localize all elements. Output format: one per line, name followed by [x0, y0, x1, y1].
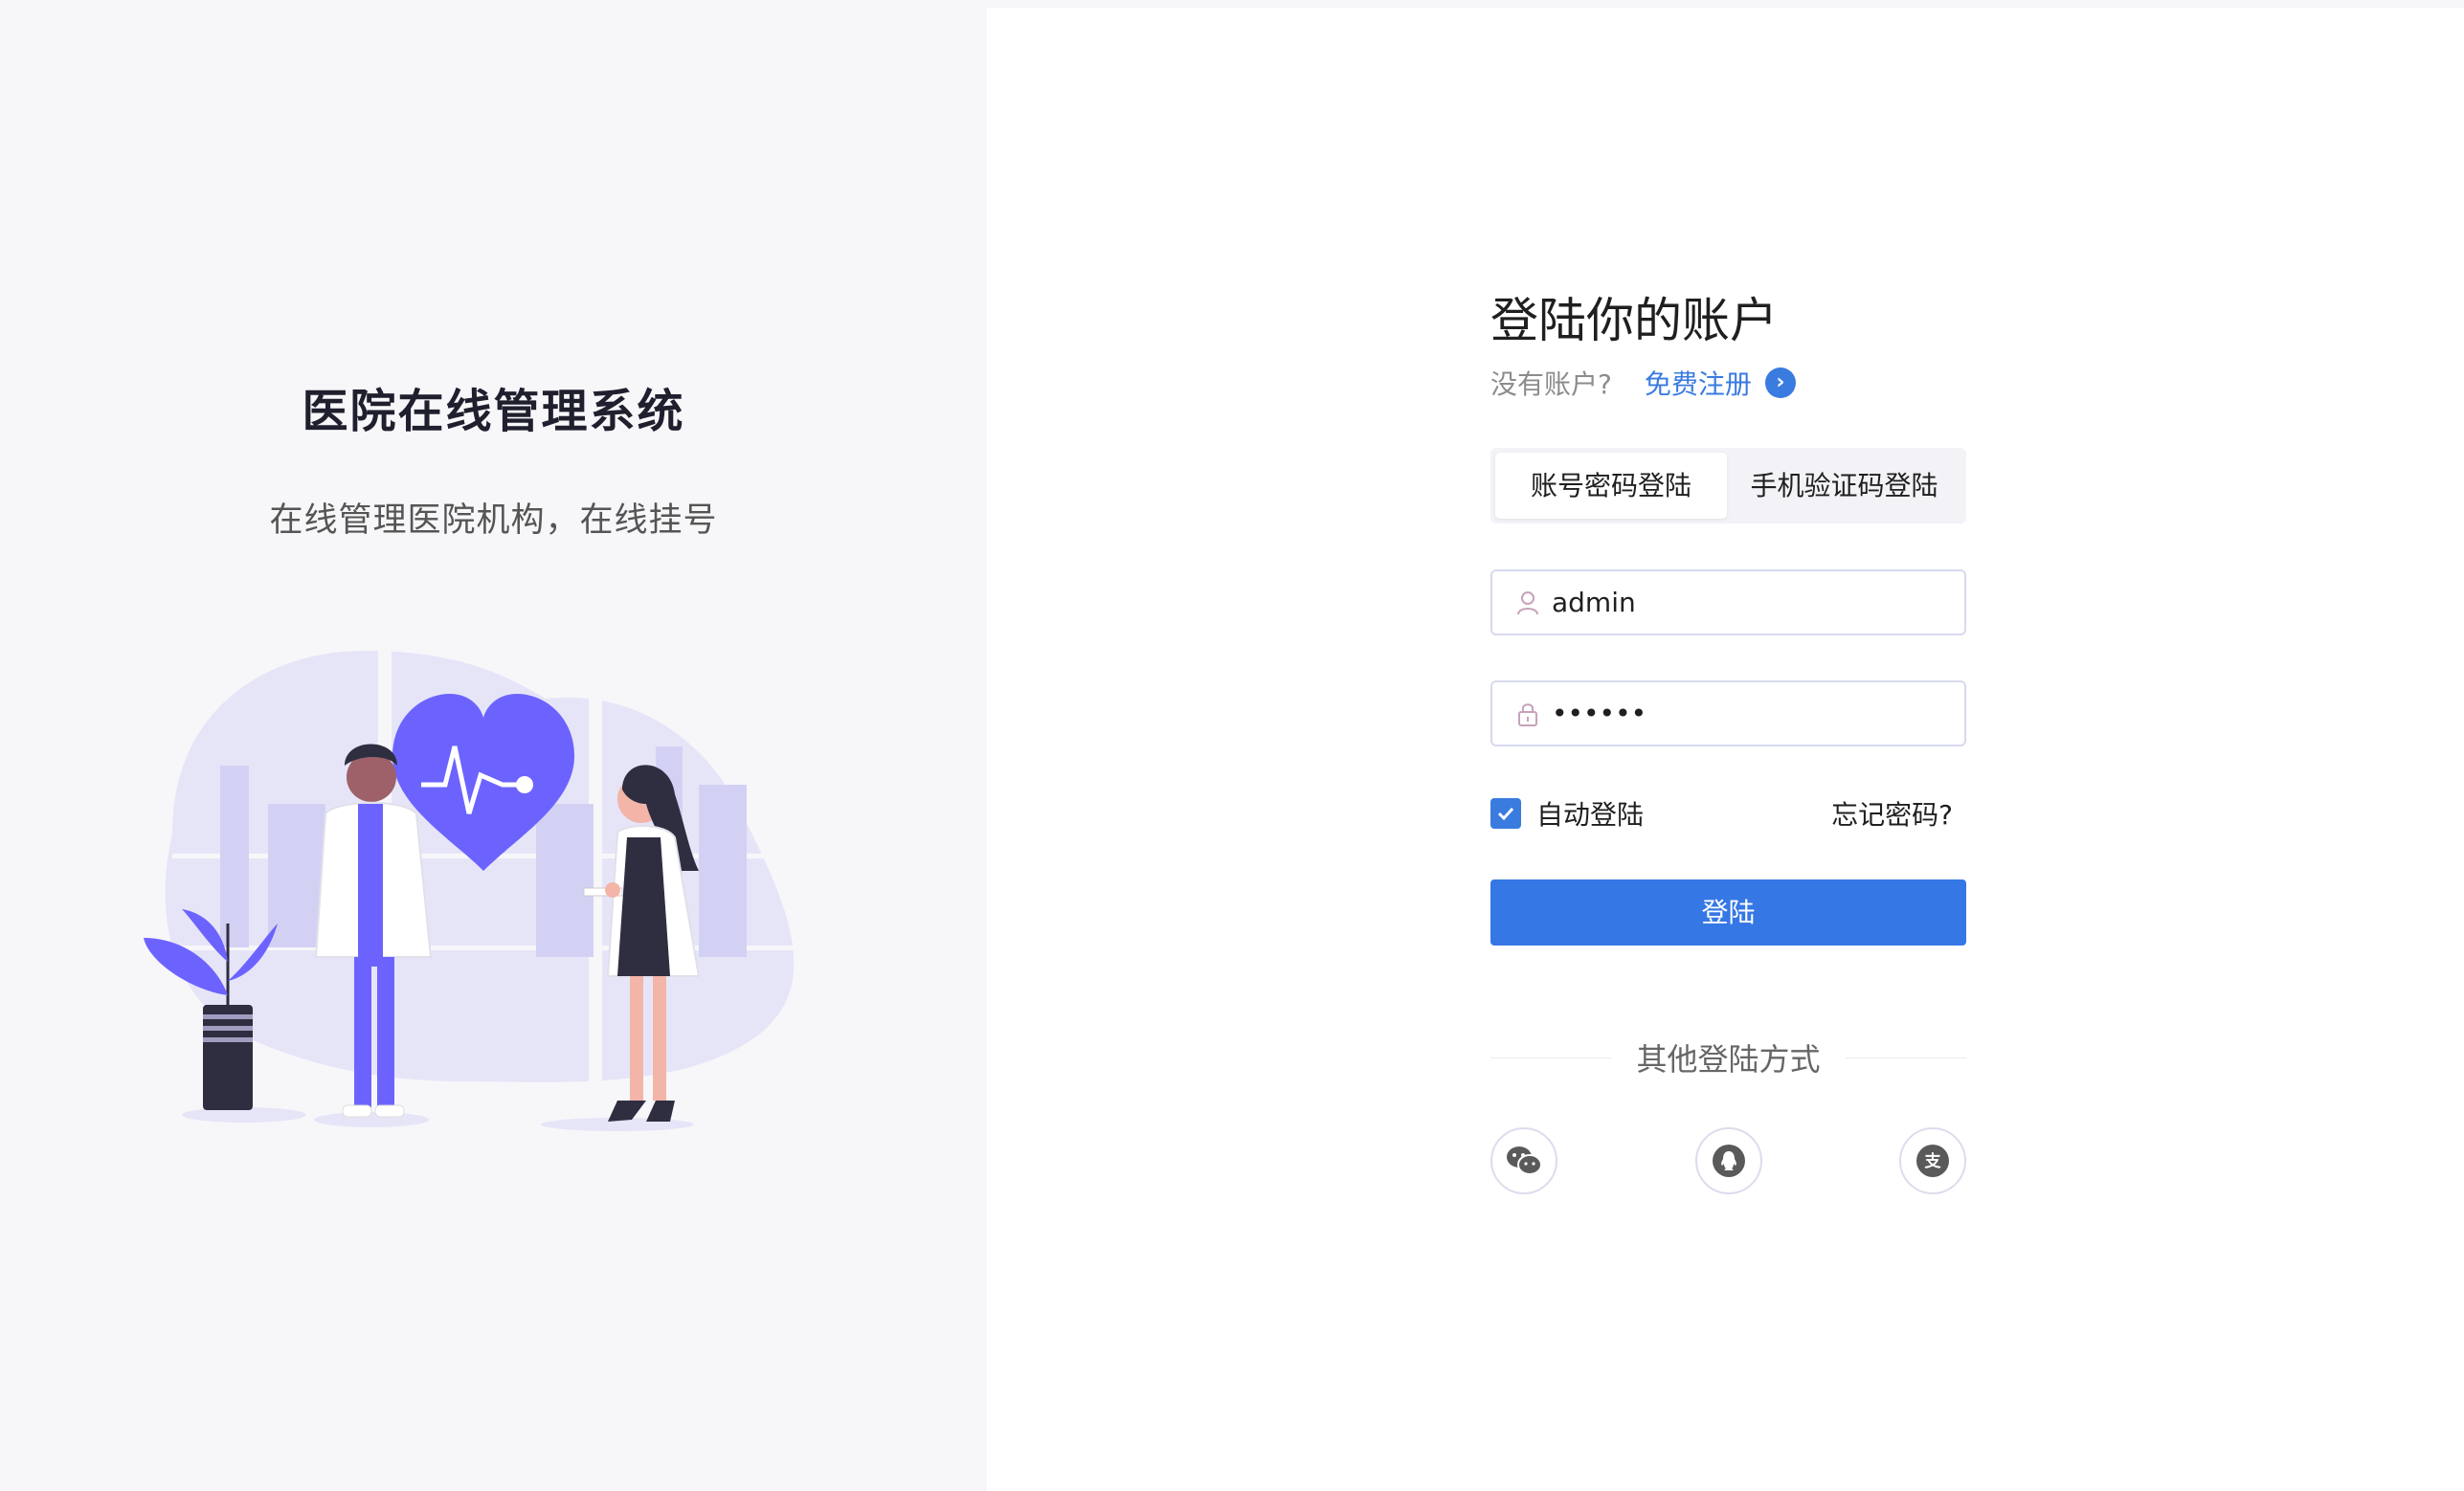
password-field[interactable]: [1490, 680, 1966, 746]
wechat-login-button[interactable]: [1490, 1127, 1557, 1194]
login-title: 登陆你的账户: [1490, 293, 1778, 348]
other-login-divider: 其他登陆方式: [1490, 1038, 1967, 1078]
forgot-password-link[interactable]: 忘记密码?: [1831, 794, 1953, 833]
brand-panel: 医院在线管理系统 在线管理医院机构，在线挂号: [0, 0, 987, 1491]
qq-icon: [1712, 1145, 1745, 1177]
register-row: 没有账户? 免费注册 ›: [1490, 364, 1796, 402]
check-icon: [1497, 807, 1514, 821]
alipay-login-button[interactable]: 支: [1899, 1127, 1966, 1194]
other-login-label: 其他登陆方式: [1636, 1041, 1821, 1078]
tab-sms-login[interactable]: 手机验证码登陆: [1727, 453, 1961, 519]
lock-icon: [1518, 702, 1537, 726]
login-options: 自动登陆 忘记密码?: [1490, 794, 1966, 833]
login-tabs: 账号密码登陆 手机验证码登陆: [1490, 448, 1966, 523]
username-input[interactable]: [1552, 587, 1954, 618]
no-account-text: 没有账户?: [1490, 368, 1612, 400]
qq-login-button[interactable]: [1694, 1127, 1762, 1194]
brand-title: 医院在线管理系统: [302, 385, 685, 438]
username-field[interactable]: [1490, 569, 1966, 635]
doctors-illustration: [144, 651, 842, 1131]
register-link[interactable]: 免费注册: [1645, 364, 1752, 402]
password-input[interactable]: [1552, 698, 1954, 729]
remember-checkbox[interactable]: [1490, 798, 1521, 829]
remember-label: 自动登陆: [1536, 799, 1645, 831]
svg-text:支: 支: [1925, 1151, 1942, 1171]
remember-me[interactable]: 自动登陆: [1490, 794, 1644, 833]
divider-line-left: [1490, 1057, 1612, 1058]
brand-subtitle: 在线管理医院机构，在线挂号: [269, 501, 718, 540]
social-login-row: 支: [1490, 1127, 1966, 1194]
chevron-right-icon[interactable]: ›: [1764, 367, 1796, 398]
wechat-icon: [1507, 1146, 1542, 1175]
alipay-icon: 支: [1916, 1145, 1949, 1177]
login-button[interactable]: 登陆: [1490, 879, 1966, 946]
user-icon: [1517, 590, 1538, 614]
login-panel: [987, 8, 2464, 1491]
tab-password-login[interactable]: 账号密码登陆: [1495, 453, 1727, 519]
divider-line-right: [1845, 1057, 1967, 1058]
